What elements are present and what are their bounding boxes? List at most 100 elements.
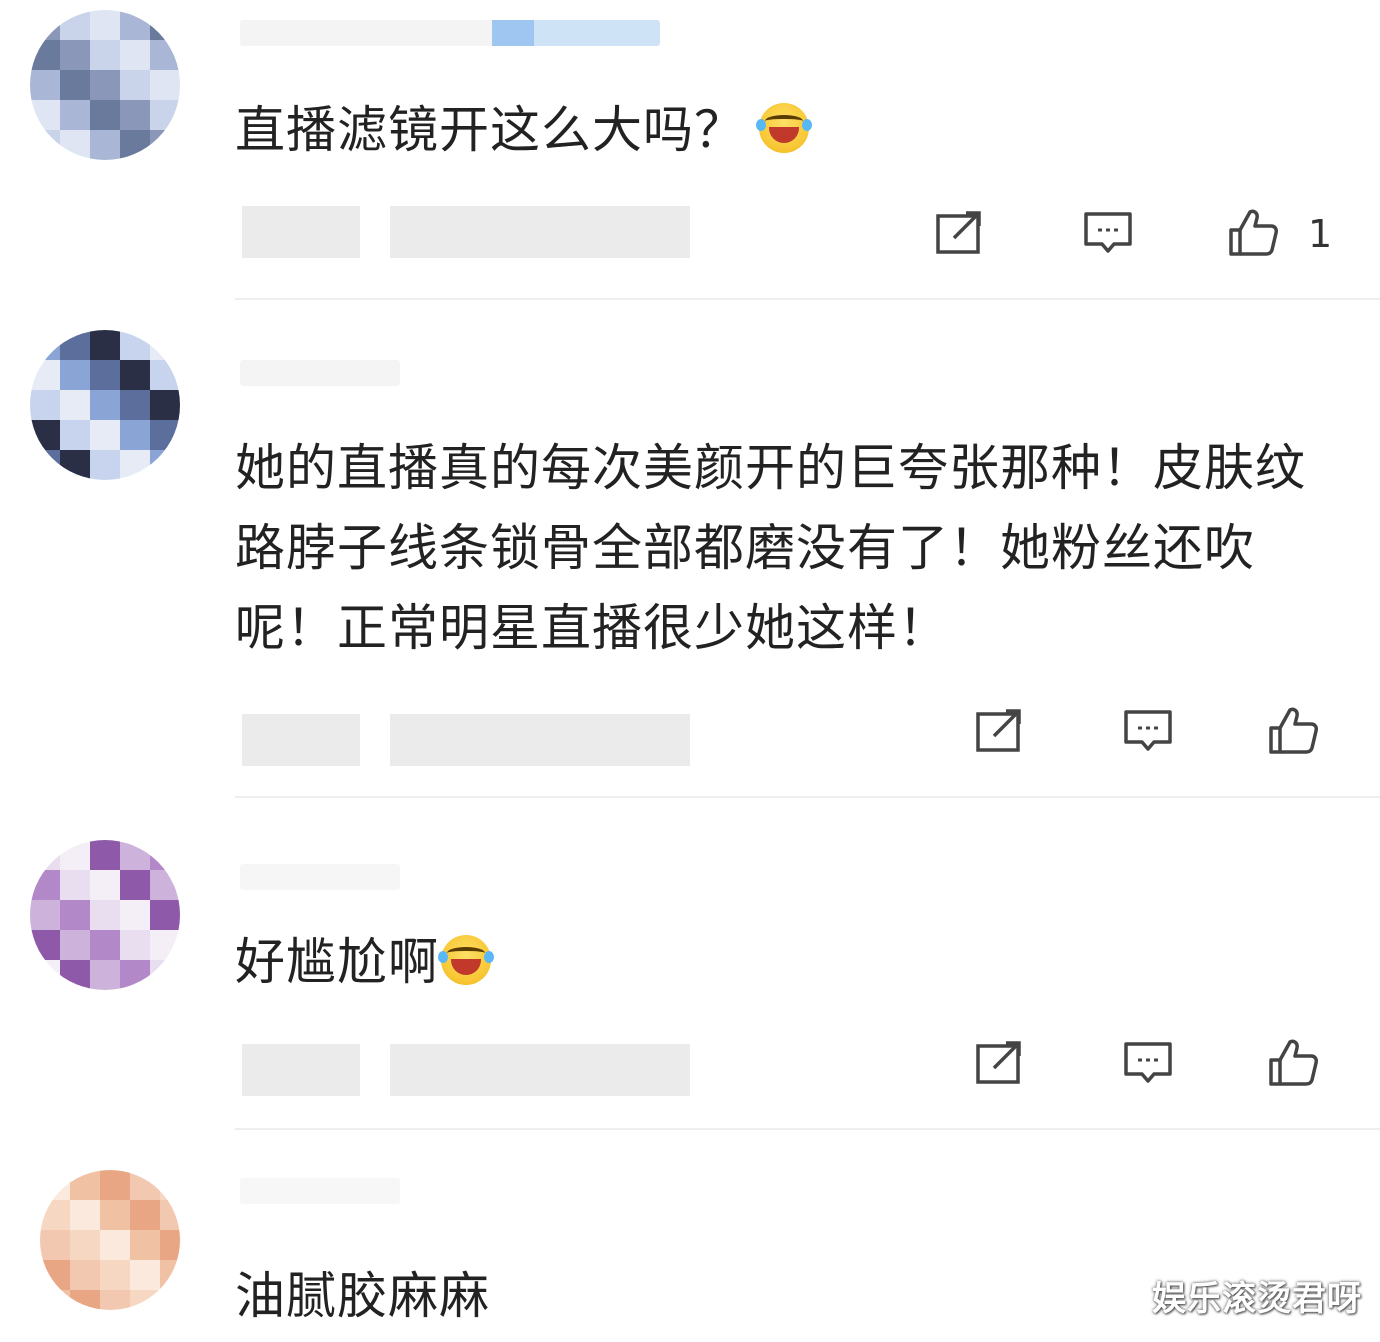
comment-button[interactable] bbox=[1118, 1034, 1178, 1094]
avatar-pixel bbox=[120, 10, 150, 40]
avatar-pixel bbox=[130, 1170, 160, 1200]
comment-meta-blurred bbox=[242, 714, 712, 766]
avatar-pixel bbox=[90, 360, 120, 390]
comment-text: 好尴尬啊 bbox=[235, 922, 1345, 1002]
avatar-pixel bbox=[90, 390, 120, 420]
avatar-pixel bbox=[120, 930, 150, 960]
username-blurred[interactable] bbox=[240, 20, 660, 46]
comment-actions bbox=[970, 702, 1330, 762]
share-icon bbox=[932, 204, 988, 264]
avatar-pixel bbox=[30, 840, 60, 870]
avatar-pixel bbox=[90, 900, 120, 930]
avatar-pixel bbox=[150, 450, 180, 480]
avatar-pixel bbox=[120, 360, 150, 390]
avatar-pixel bbox=[120, 70, 150, 100]
avatar-pixel bbox=[90, 960, 120, 990]
like-button[interactable] bbox=[1264, 1034, 1324, 1094]
avatar-pixel bbox=[160, 1260, 180, 1290]
avatar-pixel bbox=[70, 1170, 100, 1200]
avatar-pixel bbox=[150, 840, 180, 870]
share-button[interactable] bbox=[970, 1034, 1030, 1094]
laughing-tears-emoji-icon bbox=[756, 103, 812, 153]
avatar-pixel bbox=[150, 330, 180, 360]
avatar-pixel bbox=[60, 100, 90, 130]
avatar-pixel bbox=[60, 870, 90, 900]
avatar-pixel bbox=[40, 1260, 70, 1290]
thumbs-up-icon bbox=[1266, 1034, 1322, 1094]
avatar-pixel bbox=[90, 70, 120, 100]
comment-button[interactable] bbox=[1078, 204, 1138, 264]
avatar-pixel bbox=[30, 130, 60, 160]
avatar-pixel bbox=[60, 360, 90, 390]
comment-item-1: 直播滤镜开这么大吗？ 1 bbox=[0, 0, 1380, 300]
avatar-pixel bbox=[100, 1170, 130, 1200]
avatar-pixel bbox=[120, 330, 150, 360]
comment-meta-blurred bbox=[242, 206, 712, 258]
avatar-pixel bbox=[120, 900, 150, 930]
avatar-pixel bbox=[120, 840, 150, 870]
avatar-pixel bbox=[120, 870, 150, 900]
avatar-pixel bbox=[40, 1290, 70, 1310]
avatar-pixel bbox=[120, 420, 150, 450]
like-button[interactable] bbox=[1224, 204, 1284, 264]
avatar-pixel bbox=[40, 1170, 70, 1200]
avatar-pixel bbox=[160, 1200, 180, 1230]
avatar-pixel bbox=[120, 390, 150, 420]
avatar-pixel bbox=[60, 10, 90, 40]
avatar-pixel bbox=[30, 40, 60, 70]
like-button[interactable] bbox=[1264, 702, 1324, 762]
comment-actions: 1 bbox=[930, 204, 1350, 264]
share-button[interactable] bbox=[930, 204, 990, 264]
avatar-pixel bbox=[130, 1260, 160, 1290]
username-blurred[interactable] bbox=[240, 864, 400, 890]
avatar-pixel bbox=[100, 1260, 130, 1290]
avatar-pixel bbox=[60, 450, 90, 480]
avatar-pixel bbox=[70, 1260, 100, 1290]
avatar-pixel bbox=[30, 930, 60, 960]
avatar-pixel bbox=[150, 420, 180, 450]
avatar-pixel bbox=[30, 900, 60, 930]
thumbs-up-icon bbox=[1226, 204, 1282, 264]
avatar[interactable] bbox=[30, 10, 180, 160]
avatar-pixel bbox=[60, 840, 90, 870]
avatar-pixel bbox=[90, 10, 120, 40]
avatar-pixel bbox=[30, 100, 60, 130]
avatar-pixel bbox=[30, 870, 60, 900]
share-icon bbox=[972, 702, 1028, 762]
avatar-pixel bbox=[90, 330, 120, 360]
avatar[interactable] bbox=[40, 1170, 180, 1310]
avatar-pixel bbox=[100, 1200, 130, 1230]
avatar-pixel bbox=[60, 130, 90, 160]
avatar-pixel bbox=[150, 100, 180, 130]
watermark: 娱乐滚烫君呀 bbox=[1152, 1279, 1362, 1319]
share-button[interactable] bbox=[970, 702, 1030, 762]
avatar-pixel bbox=[120, 960, 150, 990]
avatar[interactable] bbox=[30, 330, 180, 480]
avatar-pixel bbox=[70, 1230, 100, 1260]
avatar-pixel bbox=[70, 1200, 100, 1230]
avatar-pixel bbox=[60, 420, 90, 450]
comment-icon bbox=[1120, 702, 1176, 762]
avatar-pixel bbox=[30, 450, 60, 480]
like-count: 1 bbox=[1308, 212, 1333, 256]
comment-icon bbox=[1120, 1034, 1176, 1094]
comment-actions bbox=[970, 1034, 1330, 1094]
comment-icon bbox=[1080, 204, 1136, 264]
avatar-pixel bbox=[90, 100, 120, 130]
avatar-pixel bbox=[160, 1170, 180, 1200]
avatar-pixel bbox=[90, 40, 120, 70]
username-blurred[interactable] bbox=[240, 1178, 400, 1204]
avatar[interactable] bbox=[30, 840, 180, 990]
avatar-pixel bbox=[60, 960, 90, 990]
comment-button[interactable] bbox=[1118, 702, 1178, 762]
username-blurred[interactable] bbox=[240, 360, 400, 386]
avatar-pixel bbox=[150, 130, 180, 160]
avatar-pixel bbox=[150, 40, 180, 70]
avatar-pixel bbox=[100, 1290, 130, 1310]
avatar-pixel bbox=[60, 900, 90, 930]
avatar-pixel bbox=[60, 70, 90, 100]
avatar-pixel bbox=[30, 960, 60, 990]
avatar-pixel bbox=[150, 390, 180, 420]
avatar-pixel bbox=[130, 1290, 160, 1310]
avatar-pixel bbox=[30, 330, 60, 360]
